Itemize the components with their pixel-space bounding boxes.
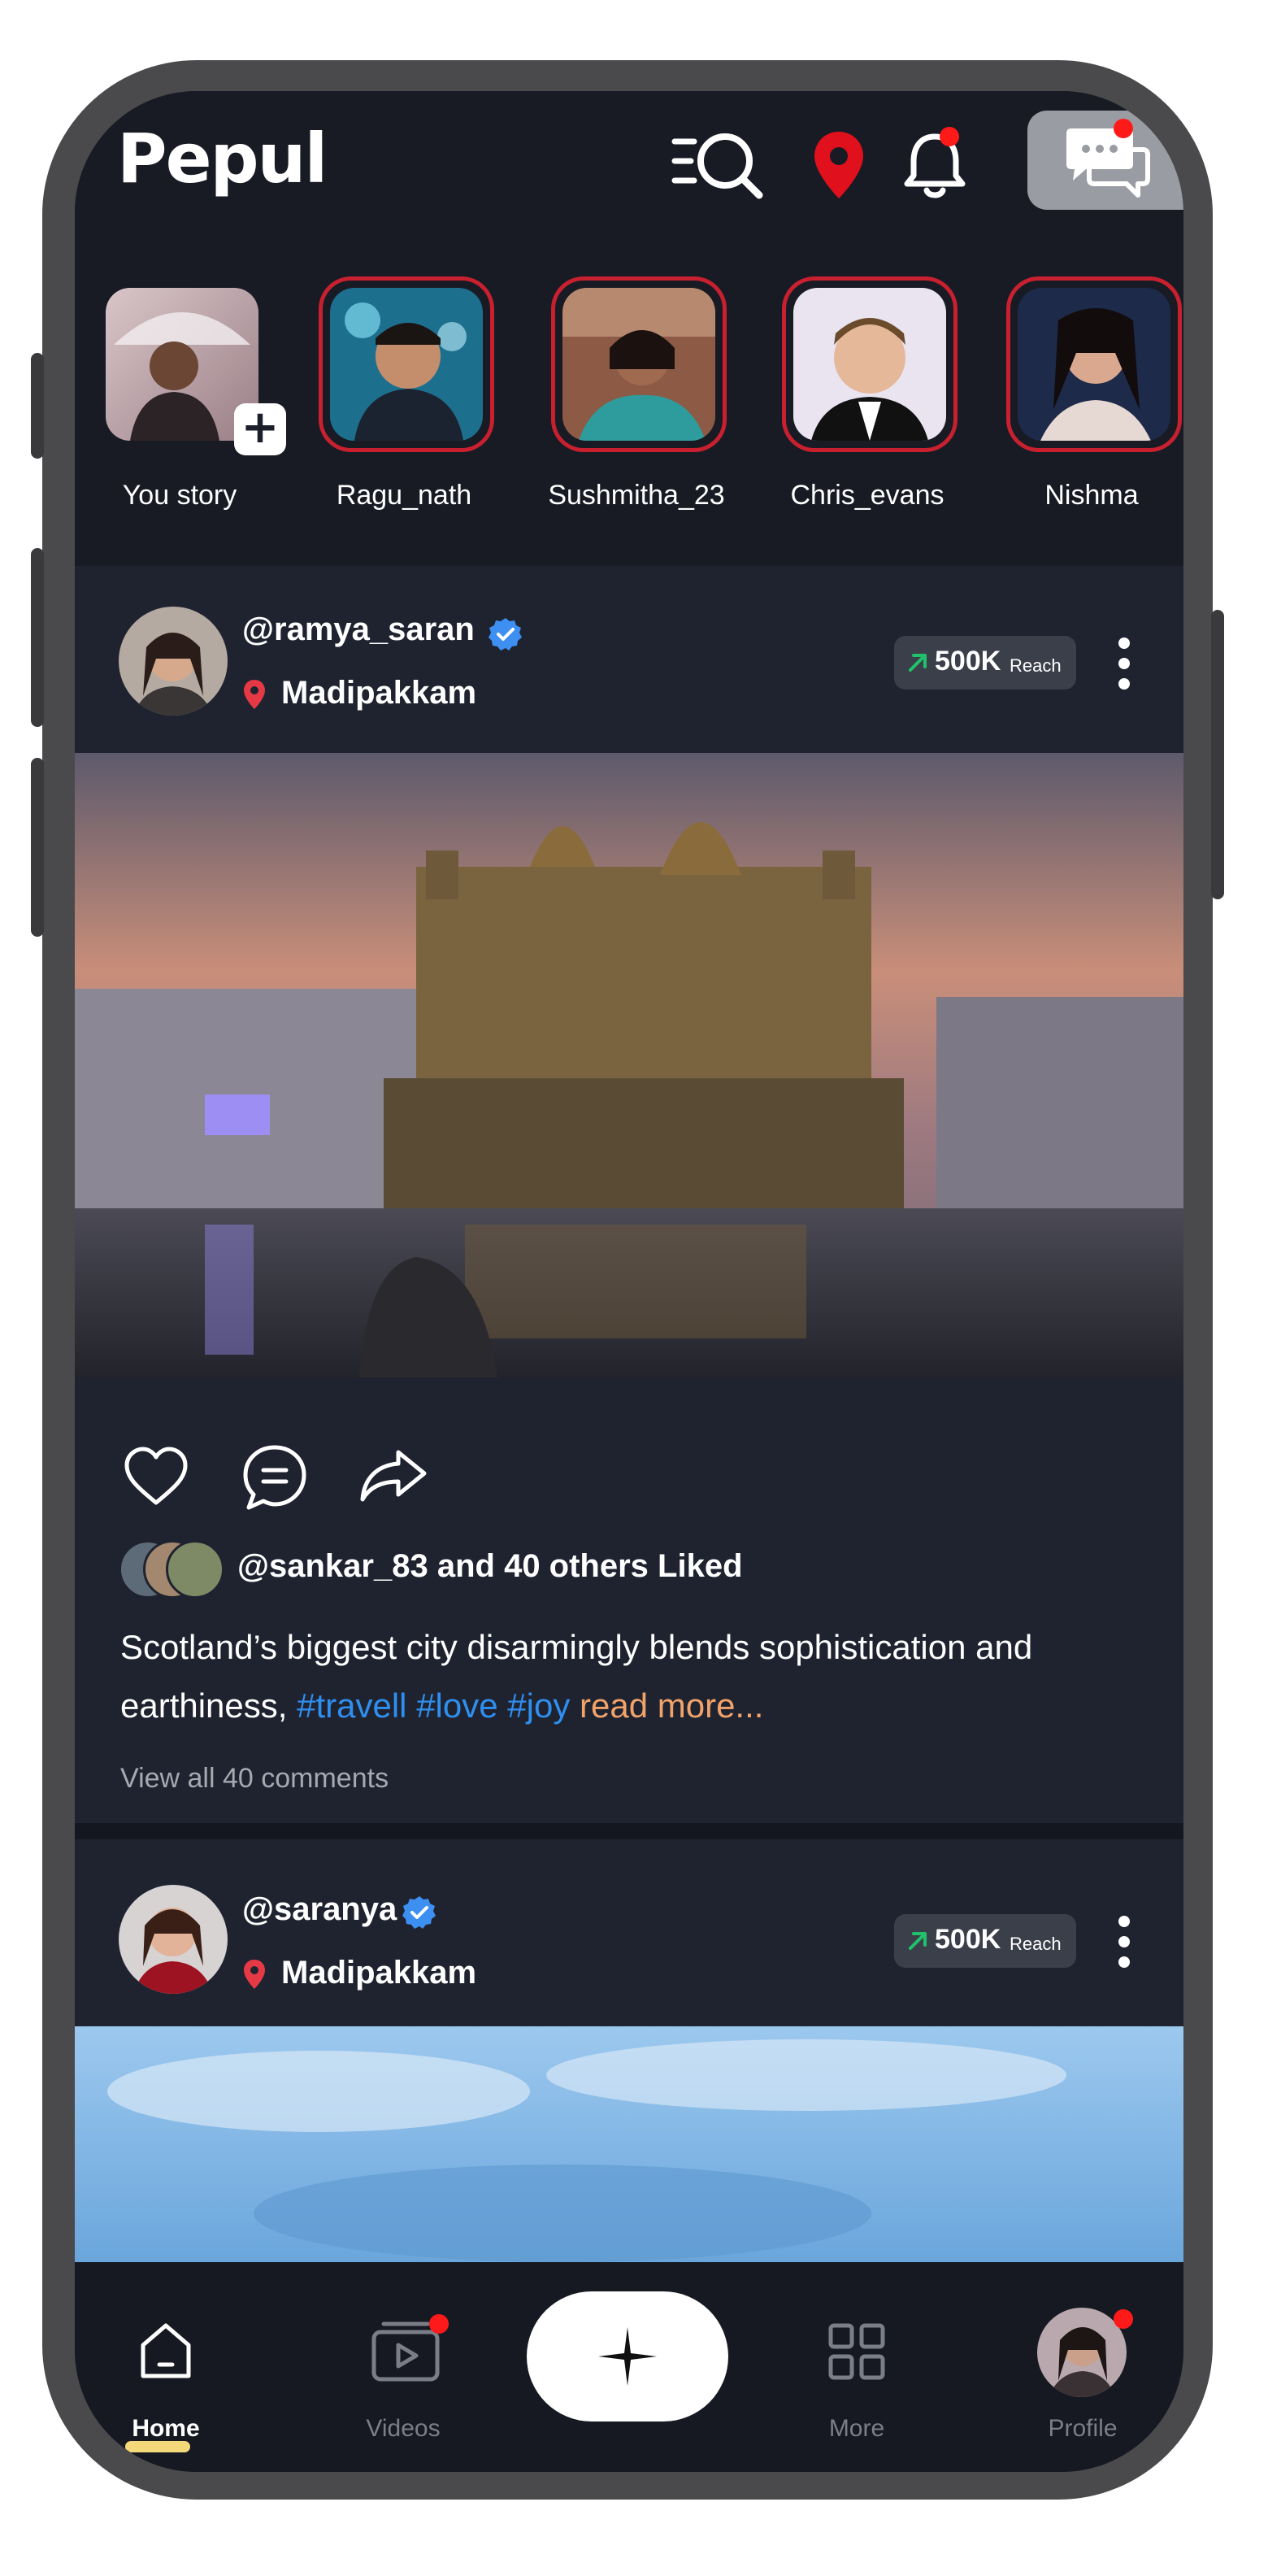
videos-notification-dot — [429, 2314, 449, 2334]
story-avatar — [330, 288, 483, 441]
story-label: Chris_evans — [790, 480, 944, 511]
add-story-button[interactable]: + — [234, 403, 286, 455]
volume-up-button — [31, 548, 44, 727]
share-icon[interactable] — [358, 1447, 429, 1504]
reach-value: 500K — [935, 646, 1001, 677]
post-username[interactable]: @ramya_saran — [242, 611, 475, 648]
post-header: @saranya Madipakkam 500K Reach — [75, 1839, 1183, 2026]
story-avatar — [1018, 288, 1170, 441]
post-image[interactable] — [75, 753, 1183, 1377]
view-comments-link[interactable]: View all 40 comments — [120, 1763, 389, 1795]
mute-switch — [31, 353, 44, 459]
location-pin-icon[interactable] — [811, 128, 866, 202]
app-screen: Pepul + You story Ragu_nath Sushmitha_23… — [75, 91, 1183, 2472]
hashtag[interactable]: #joy — [507, 1686, 570, 1725]
caption-text: Scotland’s biggest city disarmingly blen… — [120, 1628, 1033, 1725]
chat-unread-dot — [1114, 119, 1133, 138]
trend-up-icon — [909, 654, 927, 672]
reach-unit: Reach — [1010, 1934, 1062, 1954]
app-title: Pepul — [117, 119, 328, 198]
trend-up-icon — [909, 1932, 927, 1950]
nav-label: Profile — [1048, 2415, 1118, 2442]
bottom-nav: Home Videos More Profile — [75, 2262, 1183, 2472]
avatar[interactable] — [119, 1885, 228, 1994]
nav-label: Videos — [366, 2415, 441, 2442]
post-image[interactable] — [75, 2026, 1183, 2262]
more-options-icon[interactable] — [1118, 637, 1131, 698]
liker-avatars[interactable] — [119, 1540, 232, 1599]
verified-icon — [489, 618, 522, 651]
hashtag[interactable]: #travell — [297, 1686, 406, 1725]
location-pin-icon — [244, 1960, 265, 1989]
liked-by-text[interactable]: @sankar_83 and 40 others Liked — [237, 1548, 743, 1585]
hashtag[interactable]: #love — [416, 1686, 497, 1725]
chat-icon — [1066, 128, 1150, 198]
like-heart-icon[interactable] — [122, 1446, 190, 1508]
reach-unit: Reach — [1010, 655, 1062, 676]
post-divider — [75, 1823, 1183, 1839]
more-options-icon[interactable] — [1118, 1916, 1131, 1977]
power-button — [1211, 610, 1224, 899]
active-indicator — [125, 2441, 190, 2452]
post-location: Madipakkam — [281, 675, 477, 711]
grid-icon — [828, 2323, 885, 2380]
story-label: You story — [122, 480, 237, 511]
post-caption: Scotland’s biggest city disarmingly blen… — [120, 1618, 1144, 1735]
story-label: Ragu_nath — [336, 480, 472, 511]
profile-notification-dot — [1114, 2309, 1133, 2329]
post-body: @sankar_83 and 40 others Liked Scotland’… — [75, 1377, 1183, 1833]
comment-icon[interactable] — [241, 1442, 309, 1511]
top-area: Pepul + You story Ragu_nath Sushmitha_23… — [75, 91, 1183, 566]
read-more-link[interactable]: read more... — [580, 1686, 763, 1725]
create-post-button[interactable] — [527, 2291, 728, 2422]
reach-value: 500K — [935, 1924, 1001, 1955]
nav-label: Home — [132, 2415, 200, 2442]
story-label: Sushmitha_23 — [548, 480, 725, 511]
reach-badge: 500K Reach — [894, 636, 1076, 690]
post-location: Madipakkam — [281, 1955, 477, 1991]
story-avatar — [793, 288, 946, 441]
reach-badge: 500K Reach — [894, 1914, 1076, 1968]
home-icon — [141, 2323, 191, 2378]
story-avatar — [562, 288, 715, 441]
sparkle-plus-icon — [598, 2327, 657, 2386]
chat-button[interactable] — [1027, 111, 1183, 210]
verified-icon — [402, 1896, 436, 1929]
location-pin-icon — [244, 680, 265, 709]
post-header: @ramya_saran Madipakkam 500K Reach — [75, 566, 1183, 753]
volume-down-button — [31, 758, 44, 937]
story-label: Nishma — [1044, 480, 1139, 511]
notification-dot — [940, 127, 959, 146]
nav-label: More — [828, 2415, 885, 2442]
avatar[interactable] — [119, 607, 228, 716]
menu-search-icon[interactable] — [670, 128, 767, 202]
post-username[interactable]: @saranya — [242, 1891, 397, 1928]
avatar — [166, 1540, 224, 1599]
